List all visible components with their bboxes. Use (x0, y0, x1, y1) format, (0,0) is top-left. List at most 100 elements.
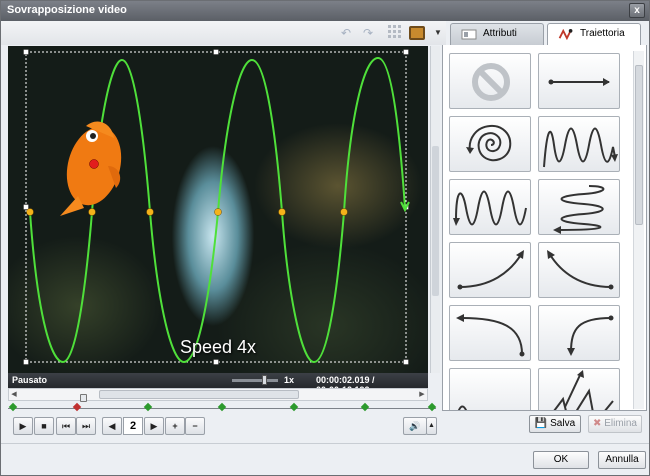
trajectory-tile-spiral[interactable] (449, 116, 531, 172)
trajectory-tile-wave-down[interactable] (449, 179, 531, 235)
trajectory-tile-wave-bottom[interactable] (449, 368, 531, 410)
trajectory-tile-curve-up-down[interactable] (538, 305, 620, 361)
first-frame-icon[interactable]: ⏮ (56, 417, 76, 435)
trajectory-palette (442, 45, 647, 411)
stop-icon[interactable]: ■ (34, 417, 54, 435)
playback-state: Pausato (12, 375, 48, 385)
spiral-icon (466, 124, 512, 162)
trajectory-point (340, 208, 348, 216)
toolbar: ↶ ↷ ▼ (1, 21, 446, 45)
keyframe-marker[interactable] (427, 402, 437, 412)
palette-scrollbar[interactable] (633, 51, 644, 409)
video-preview[interactable]: Speed 4x (8, 46, 428, 373)
no-trajectory-icon (472, 63, 510, 101)
curve-left-down-icon (456, 314, 525, 357)
playback-controls: ▶ ■ ⏮ ⏭ ◀ 2 ▶ + − 🔊 ▲ (8, 417, 438, 437)
video-caption: Speed 4x (179, 337, 257, 357)
close-button[interactable]: x (629, 3, 645, 18)
frame-handle (403, 49, 409, 55)
volume-icon[interactable]: 🔊 (403, 417, 427, 435)
curve-up-left-icon (547, 250, 614, 290)
trajectory-tile-line[interactable] (538, 53, 620, 109)
scrollbar-thumb[interactable] (432, 146, 439, 296)
speed-value: 1x (284, 375, 295, 385)
trajectory-tile-wave-horizontal[interactable] (538, 179, 620, 235)
trajectory-tile-zigzag-up[interactable] (538, 368, 620, 410)
remove-keyframe-icon[interactable]: − (185, 417, 205, 435)
wave-vertical-icon (543, 127, 618, 168)
curve-up-down-icon (567, 315, 614, 356)
frame-handle (403, 359, 409, 365)
keyframe-marker[interactable] (217, 402, 227, 412)
save-button-label: Salva (550, 418, 576, 429)
attributes-icon (461, 29, 477, 40)
timeline-playhead[interactable] (80, 394, 87, 402)
keyframe-marker[interactable] (289, 402, 299, 412)
trajectory-overlay[interactable] (8, 46, 428, 373)
trajectory-tile-curve-up-left[interactable] (538, 242, 620, 298)
straight-line-icon (548, 78, 610, 86)
last-frame-icon[interactable]: ⏭ (76, 417, 96, 435)
wave-vertical-down-icon (453, 190, 527, 226)
wave-horizontal-icon (553, 185, 605, 234)
dialog-window: Sovrapposizione video x ↶ ↷ ▼ Attributi … (0, 0, 650, 476)
tab-attributi-label: Attributi (483, 28, 517, 39)
speed-slider-knob[interactable] (262, 375, 267, 385)
trajectory-point (278, 208, 286, 216)
trajectory-point (88, 208, 96, 216)
preview-vertical-scrollbar[interactable] (430, 46, 440, 373)
trajectory-tile-curve-up-right[interactable] (449, 242, 531, 298)
curve-up-right-icon (457, 250, 524, 290)
timeline[interactable] (8, 394, 438, 414)
keyframe-marker-current[interactable] (72, 402, 82, 412)
frame-handle (23, 49, 29, 55)
tab-traiettoria[interactable]: Traiettoria (547, 23, 641, 46)
undo-icon[interactable]: ↶ (337, 25, 355, 41)
next-keyframe-icon[interactable]: ▶ (144, 417, 164, 435)
scrollbar-thumb[interactable] (635, 65, 643, 225)
tab-attributi[interactable]: Attributi (450, 23, 544, 45)
trajectory-tile-none[interactable] (449, 53, 531, 109)
prev-keyframe-icon[interactable]: ◀ (102, 417, 122, 435)
delete-icon: ✖ (593, 418, 602, 429)
title-bar: Sovrapposizione video x (1, 1, 649, 21)
scroll-left-icon[interactable]: ◀ (9, 389, 19, 400)
save-icon: 💾 (534, 418, 548, 429)
screen-icon[interactable] (409, 26, 425, 40)
preview-horizontal-scrollbar[interactable]: ◀ ▶ (8, 388, 428, 401)
grid-icon[interactable] (386, 25, 404, 41)
add-keyframe-icon[interactable]: + (165, 417, 185, 435)
trajectory-tile-curve-left-down[interactable] (449, 305, 531, 361)
volume-dropdown-icon[interactable]: ▲ (426, 417, 437, 435)
speed-slider[interactable] (232, 375, 278, 385)
scroll-right-icon[interactable]: ▶ (417, 389, 427, 400)
chevron-down-icon[interactable]: ▼ (429, 25, 447, 41)
frame-handle (23, 359, 29, 365)
trajectory-point (146, 208, 154, 216)
window-title: Sovrapposizione video (7, 4, 127, 16)
wave-bottom-icon (457, 405, 468, 410)
keyframe-marker[interactable] (360, 402, 370, 412)
frame-handle (23, 204, 29, 210)
footer-separator (1, 443, 649, 444)
ok-button[interactable]: OK (533, 451, 589, 469)
frame-handle (213, 49, 219, 55)
status-bar: Pausato 1x 00:00:02.019 / 00:00:12.192 (8, 373, 428, 395)
trajectory-point (26, 208, 34, 216)
tab-bar: Attributi Traiettoria (450, 21, 648, 46)
frame-handle (213, 359, 219, 365)
scrollbar-thumb[interactable] (99, 390, 299, 399)
play-icon[interactable]: ▶ (13, 417, 33, 435)
delete-button[interactable]: ✖ Elimina (588, 415, 642, 433)
tab-traiettoria-label: Traiettoria (580, 28, 625, 39)
keyframe-marker[interactable] (143, 402, 153, 412)
cancel-button[interactable]: Annulla (598, 451, 646, 469)
save-button[interactable]: 💾 Salva (529, 415, 581, 433)
redo-icon[interactable]: ↷ (359, 25, 377, 41)
current-position-point (89, 159, 99, 169)
keyframe-marker[interactable] (8, 402, 18, 412)
delete-button-label: Elimina (604, 418, 637, 429)
keyframe-number[interactable]: 2 (123, 417, 143, 435)
trajectory-icon (558, 29, 573, 40)
trajectory-tile-wave-vertical[interactable] (538, 116, 620, 172)
